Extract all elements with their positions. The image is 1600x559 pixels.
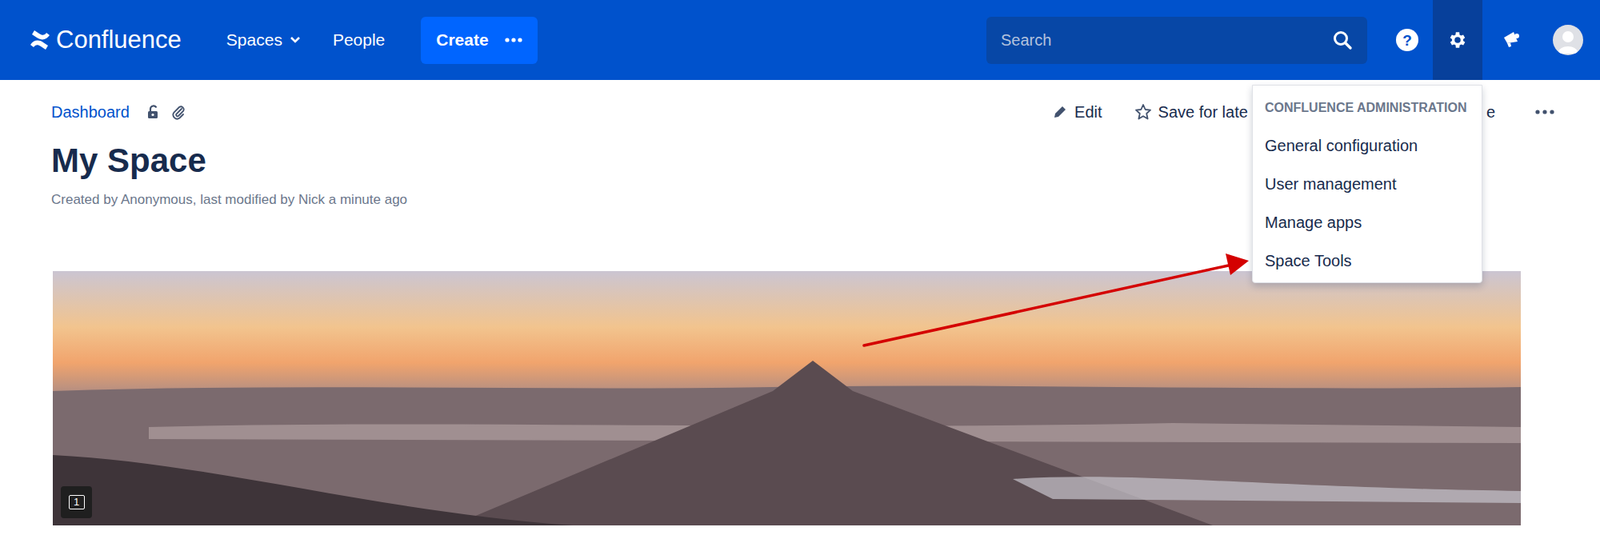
pencil-icon[interactable]	[1052, 104, 1068, 120]
edit-label[interactable]: Edit	[1074, 100, 1102, 124]
admin-menu-item[interactable]: Space Tools	[1252, 241, 1482, 280]
megaphone-icon[interactable]	[1500, 28, 1523, 52]
help-icon[interactable]: ?	[1402, 32, 1412, 48]
save-for-later-label[interactable]: Save for late	[1158, 100, 1248, 124]
paperclip-icon[interactable]	[171, 104, 186, 120]
person-icon	[1552, 24, 1584, 56]
logo-text[interactable]: Confluence	[56, 24, 182, 56]
chevron-down-icon[interactable]	[289, 36, 301, 44]
search-icon[interactable]	[1332, 29, 1353, 51]
nav-item[interactable]: Spaces	[226, 27, 301, 53]
admin-menu-header: CONFLUENCE ADMINISTRATION	[1252, 100, 1482, 116]
user-avatar[interactable]	[1552, 24, 1584, 56]
sunset-photo	[52, 271, 1521, 526]
banner-image: 1	[52, 271, 1521, 526]
gear-icon[interactable]	[1447, 29, 1468, 51]
top-bar: Confluence Spaces People Create ?	[0, 0, 1600, 80]
search-input[interactable]	[1000, 28, 1324, 52]
nav-label[interactable]: Spaces	[226, 27, 283, 53]
confluence-logo[interactable]: Confluence	[28, 24, 182, 56]
nav-item[interactable]: People	[332, 27, 385, 53]
comment-count[interactable]: 1	[68, 495, 85, 510]
settings-button[interactable]	[1432, 0, 1483, 80]
edit-button[interactable]: Edit	[1052, 100, 1102, 124]
confluence-logo-icon	[28, 28, 52, 52]
create-label[interactable]: Create	[436, 27, 488, 53]
main-nav: Spaces People	[226, 27, 385, 53]
admin-menu-item[interactable]: General configuration	[1252, 126, 1482, 165]
admin-menu-list: General configurationUser managementMana…	[1252, 126, 1482, 280]
more-actions-icon[interactable]	[1535, 109, 1555, 115]
star-icon[interactable]	[1134, 103, 1152, 121]
nav-label[interactable]: People	[332, 27, 385, 53]
notifications-button[interactable]	[1500, 28, 1523, 52]
create-button[interactable]: Create	[420, 16, 537, 64]
more-dots-icon[interactable]	[504, 37, 523, 43]
inline-comment-badge[interactable]: 1	[60, 486, 92, 519]
share-label[interactable]: e	[1486, 100, 1496, 124]
admin-menu-item[interactable]: Manage apps	[1252, 203, 1482, 242]
breadcrumb-link[interactable]: Dashboard	[51, 100, 130, 124]
admin-menu-item[interactable]: User management	[1252, 164, 1482, 204]
search-field[interactable]	[986, 16, 1368, 64]
admin-menu: CONFLUENCE ADMINISTRATION General config…	[1252, 84, 1483, 284]
unlock-icon[interactable]	[145, 104, 162, 120]
help-button[interactable]: ?	[1396, 28, 1419, 52]
save-for-later-button[interactable]: Save for late	[1134, 100, 1248, 124]
